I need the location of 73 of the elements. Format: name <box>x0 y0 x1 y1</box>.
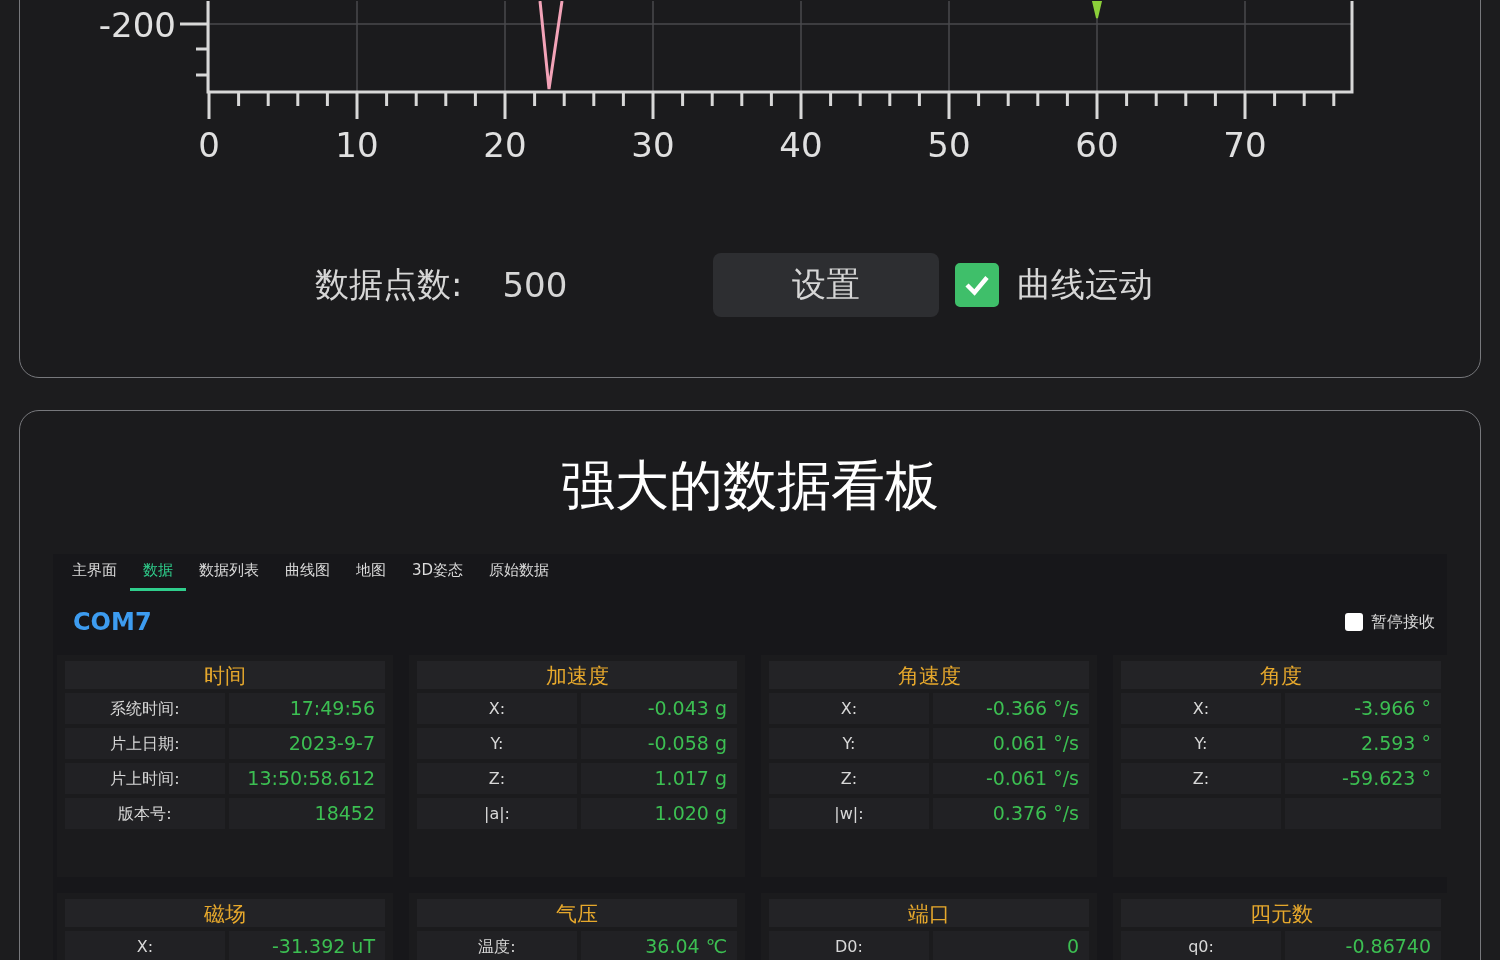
table-cell: |a|: <box>417 798 577 829</box>
checkbox[interactable] <box>1345 613 1363 631</box>
table-cell: Y: <box>1121 728 1281 759</box>
table-cell: Y: <box>417 728 577 759</box>
short-series-line <box>1091 1 1103 19</box>
tick-label: 20 <box>483 125 527 165</box>
table-cell: 18452 <box>229 798 385 829</box>
tick-label: 0 <box>198 125 220 165</box>
panel-title: 时间 <box>65 661 385 689</box>
table-cell: -0.058 g <box>581 728 737 759</box>
table-cell: 17:49:56 <box>229 693 385 724</box>
table-cell: 1.020 g <box>581 798 737 829</box>
tab[interactable]: 地图 <box>343 559 399 591</box>
tick-label: 30 <box>631 125 675 165</box>
tab[interactable]: 数据列表 <box>186 559 272 591</box>
panel-title: 四元数 <box>1121 899 1441 927</box>
tick-label: 50 <box>927 125 971 165</box>
points-label: 数据点数: <box>315 263 463 306</box>
table-cell: 片上日期: <box>65 728 225 759</box>
panel-title: 角度 <box>1121 661 1441 689</box>
table-cell: 0.061 °/s <box>933 728 1089 759</box>
table-cell: 1.017 g <box>581 763 737 794</box>
panel-title: 加速度 <box>417 661 737 689</box>
tick-label: 40 <box>779 125 823 165</box>
table-cell: 版本号: <box>65 798 225 829</box>
table-cell: 片上时间: <box>65 763 225 794</box>
tick-label: 60 <box>1075 125 1119 165</box>
table-cell: -0.061 °/s <box>933 763 1089 794</box>
table-cell: 2023-9-7 <box>229 728 385 759</box>
table-cell: X: <box>65 931 225 960</box>
table-cell: Z: <box>1121 763 1281 794</box>
table-cell: 0.376 °/s <box>933 798 1089 829</box>
panel-title: 角速度 <box>769 661 1089 689</box>
port-name: COM7 <box>73 608 152 636</box>
table-cell: X: <box>417 693 577 724</box>
checkbox[interactable] <box>955 263 1000 307</box>
table-cell: Z: <box>417 763 577 794</box>
table-cell: 温度: <box>417 931 577 960</box>
table-cell: -31.392 uT <box>229 931 385 960</box>
table-cell: -3.966 ° <box>1285 693 1441 724</box>
panel-title: 磁场 <box>65 899 385 927</box>
table-cell: -0.043 g <box>581 693 737 724</box>
table-cell: Z: <box>769 763 929 794</box>
table-cell: -0.86740 <box>1285 931 1441 960</box>
table-cell: -59.623 ° <box>1285 763 1441 794</box>
tab[interactable]: 曲线图 <box>272 559 343 591</box>
tick-label: 70 <box>1223 125 1267 165</box>
checkbox-label: 曲线运动 <box>1017 263 1154 306</box>
dashboard-title: 强大的数据看板 <box>561 453 939 519</box>
tab[interactable]: 原始数据 <box>476 559 563 591</box>
table-cell: X: <box>769 693 929 724</box>
table-cell: -0.366 °/s <box>933 693 1089 724</box>
table-cell: Y: <box>769 728 929 759</box>
tab[interactable]: 数据 <box>130 559 186 591</box>
tick-label: -200 <box>98 5 176 45</box>
table-cell: |w|: <box>769 798 929 829</box>
table-cell: D0: <box>769 931 929 960</box>
table-cell: 系统时间: <box>65 693 225 724</box>
tab[interactable]: 3D姿态 <box>399 559 477 591</box>
table-cell: 2.593 ° <box>1285 728 1441 759</box>
table-cell: 36.04 ℃ <box>581 931 737 960</box>
panel-title: 气压 <box>417 899 737 927</box>
set-button[interactable]: 设置 <box>713 253 940 317</box>
points-value: 500 <box>502 265 568 305</box>
table-cell: 0 <box>933 931 1089 960</box>
table-cell: q0: <box>1121 931 1281 960</box>
checkbox-label: 暂停接收 <box>1371 611 1435 633</box>
panel-title: 端口 <box>769 899 1089 927</box>
table-cell: 13:50:58.612 <box>229 763 385 794</box>
table-cell: X: <box>1121 693 1281 724</box>
y-axis-ticks <box>180 22 208 77</box>
tab[interactable]: 主界面 <box>59 559 130 591</box>
tick-label: 10 <box>335 125 379 165</box>
